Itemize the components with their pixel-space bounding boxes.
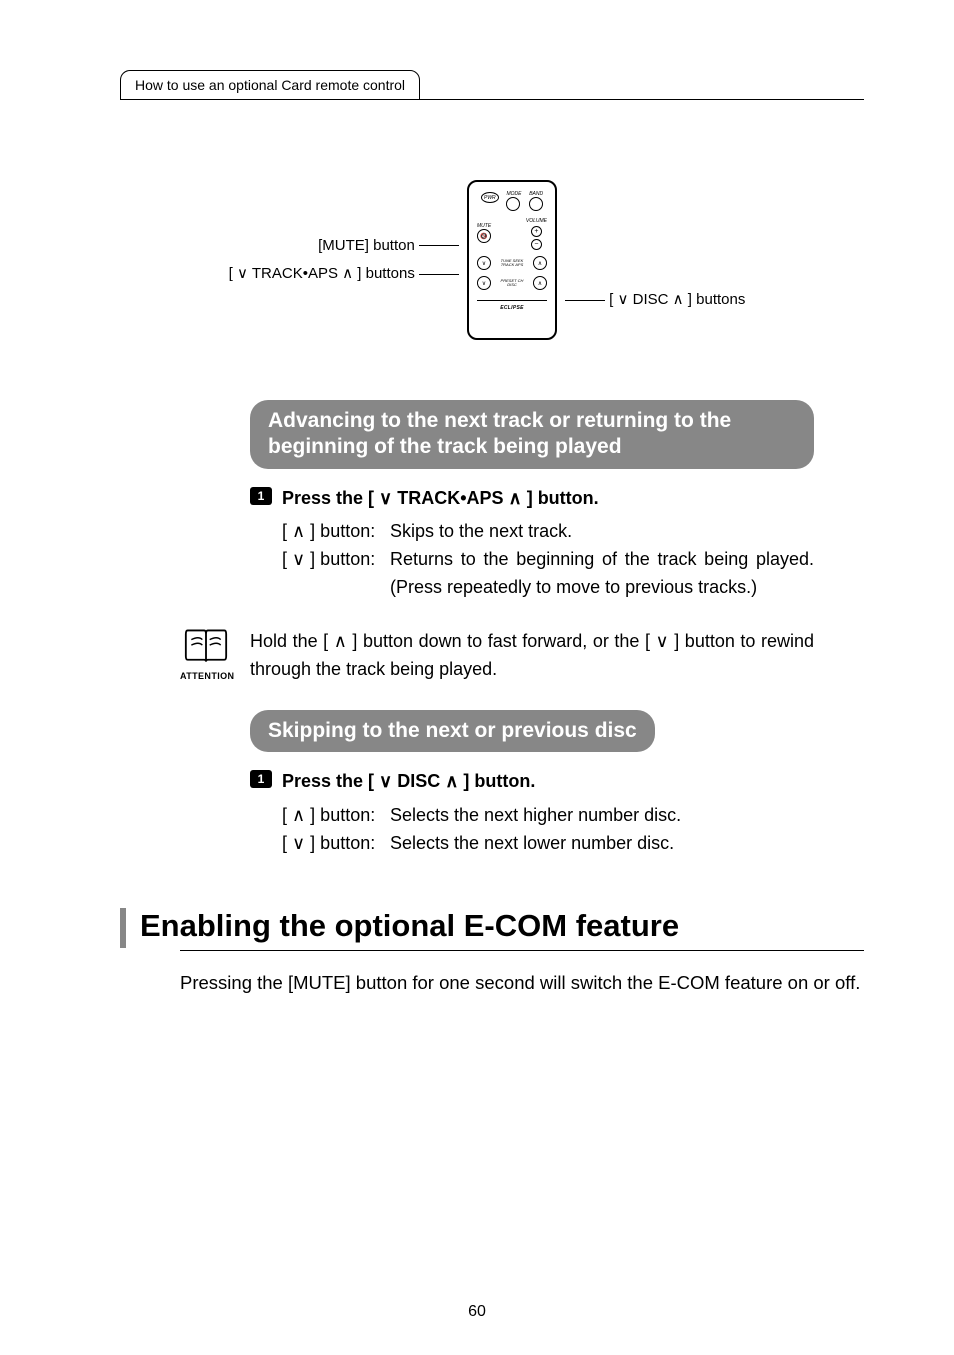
h2-accent-bar [120, 908, 126, 948]
track-down-key: [ ∨ ] button: [282, 546, 382, 602]
disc-down-key: [ ∨ ] button: [282, 830, 382, 858]
disc-up-remote: ∧ [533, 276, 547, 290]
disc-down-remote: ∨ [477, 276, 491, 290]
disc-down-val: Selects the next lower number disc. [390, 830, 814, 858]
volume-label: VOLUME [526, 219, 547, 224]
track-down-remote: ∨ [477, 256, 491, 270]
mute-button-remote: 🔇 [477, 229, 491, 243]
track-up-val: Skips to the next track. [390, 518, 814, 546]
disc-up-key: [ ∧ ] button: [282, 802, 382, 830]
label-track-aps: [ ∨ TRACK•APS ∧ ] buttons [219, 260, 459, 289]
mode-label: MODE [506, 192, 521, 197]
track-up-key: [ ∧ ] button: [282, 518, 382, 546]
header-tab: How to use an optional Card remote contr… [120, 70, 420, 100]
step-number-disc: 1 [250, 770, 272, 788]
ecom-paragraph: Pressing the [MUTE] button for one secon… [180, 969, 864, 997]
section-pill-track: Advancing to the next track or returning… [250, 400, 814, 469]
attention-text: Hold the [ ∧ ] button down to fast forwa… [250, 628, 814, 684]
label-mute: [MUTE] button [219, 232, 459, 261]
h2-rule [180, 950, 864, 951]
band-button [529, 197, 543, 211]
step-number-track: 1 [250, 487, 272, 505]
step-title-track: Press the [ ∨ TRACK•APS ∧ ] button. [282, 485, 814, 513]
attention-caption: ATTENTION [180, 671, 232, 681]
mode-button [506, 197, 520, 211]
disc-mid-label: PRESET CH DISC [501, 279, 524, 287]
vol-up: + [531, 226, 542, 237]
pwr-button: PWR [481, 192, 499, 203]
remote-diagram: [MUTE] button [ ∨ TRACK•APS ∧ ] buttons … [120, 180, 864, 340]
track-mid-label: TUNE SEEK TRACK APS [501, 259, 524, 267]
attention-icon: ATTENTION [180, 628, 232, 681]
h2-title: Enabling the optional E-COM feature [140, 908, 679, 948]
page-number: 60 [0, 1303, 954, 1321]
section-pill-disc: Skipping to the next or previous disc [250, 710, 655, 752]
disc-up-val: Selects the next higher number disc. [390, 802, 814, 830]
track-down-val: Returns to the beginning of the track be… [390, 546, 814, 602]
label-disc: [ ∨ DISC ∧ ] buttons [565, 290, 765, 308]
mute-label-remote: MUTE [477, 224, 522, 229]
track-up-remote: ∧ [533, 256, 547, 270]
remote-brand: ECLIPSE [477, 305, 547, 311]
step-title-disc: Press the [ ∨ DISC ∧ ] button. [282, 768, 814, 796]
vol-down: − [531, 239, 542, 250]
band-label: BAND [529, 192, 543, 197]
remote-control: PWR MODE BAND MUTE 🔇 VOLUME + [467, 180, 557, 340]
